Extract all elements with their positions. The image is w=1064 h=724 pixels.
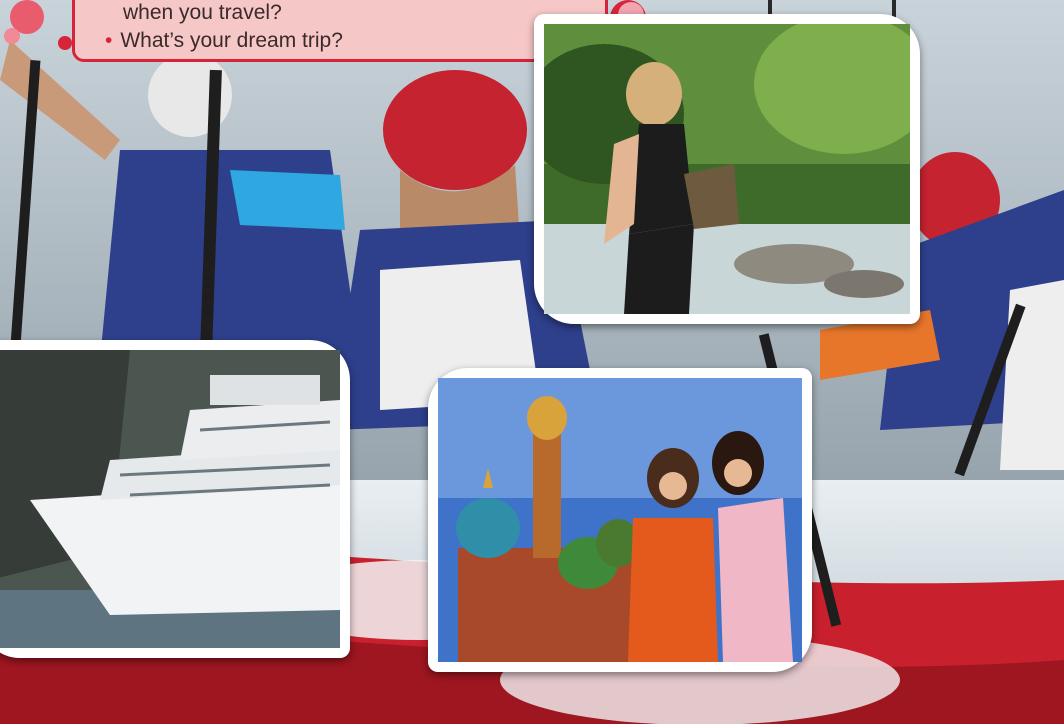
decor-dot: [58, 36, 72, 50]
bubble-line-2: What’s your dream trip?: [120, 29, 343, 52]
decor-dot: [4, 28, 20, 44]
bubble-line-2-wrap: • What’s your dream trip?: [105, 27, 343, 55]
bubble-questions: when you travel? • What’s your dream trip…: [105, 0, 343, 55]
question-bubble: when you travel? • What’s your dream trip…: [72, 0, 608, 62]
hiker-image: [544, 24, 910, 314]
cruise-ship-image: [0, 350, 340, 648]
photo-moscow: [428, 368, 812, 672]
bullet-icon: •: [105, 29, 113, 52]
bubble-line-1: when you travel?: [123, 1, 282, 24]
photo-hiker: [534, 14, 920, 324]
photo-cruise-ship: [0, 340, 350, 658]
moscow-image: [438, 378, 802, 662]
